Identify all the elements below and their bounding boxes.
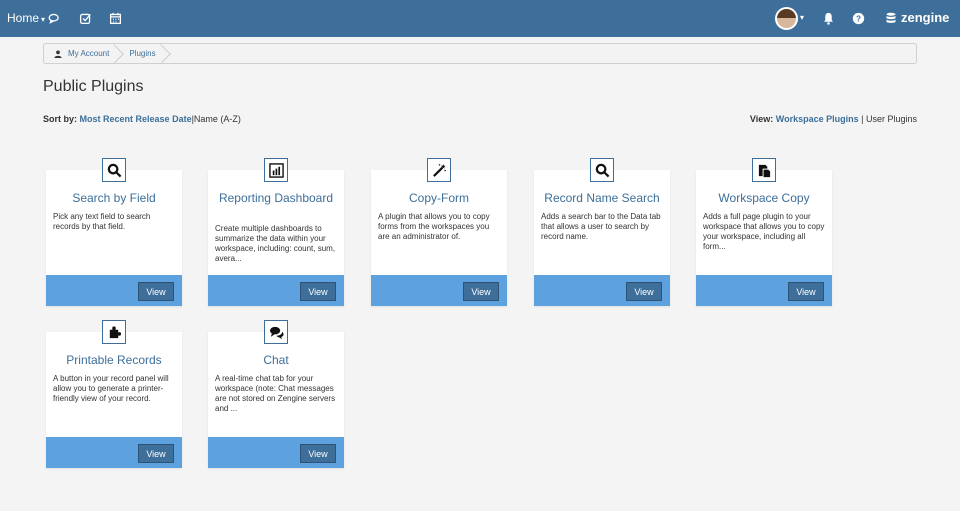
plugin-card: Copy-Form A plugin that allows you to co… xyxy=(371,158,507,306)
search-icon xyxy=(590,158,614,182)
bell-icon[interactable] xyxy=(820,10,836,26)
page-title: Public Plugins xyxy=(43,78,144,95)
view-label: View: xyxy=(749,114,774,124)
plugin-title: Reporting Dashboard xyxy=(218,191,334,205)
view-option-user-plugins[interactable]: User Plugins xyxy=(866,114,917,124)
view-button[interactable]: View xyxy=(300,444,336,463)
plugin-card: Search by Field Pick any text field to s… xyxy=(46,158,182,306)
plugin-card: Printable Records A button in your recor… xyxy=(46,320,182,468)
plugin-title: Search by Field xyxy=(72,191,156,205)
chevron-down-icon: ▾ xyxy=(41,15,46,24)
help-icon[interactable]: ? xyxy=(850,10,866,26)
magic-wand-icon xyxy=(427,158,451,182)
plugin-description: Adds a full page plugin to your workspac… xyxy=(703,212,825,251)
chat-bubbles-icon xyxy=(264,320,288,344)
breadcrumb: My Account Plugins xyxy=(43,43,917,64)
search-icon xyxy=(102,158,126,182)
chart-icon xyxy=(264,158,288,182)
view-button[interactable]: View xyxy=(138,444,174,463)
chevron-down-icon[interactable]: ▾ xyxy=(800,13,804,22)
checkbox-icon[interactable] xyxy=(77,10,93,26)
plugin-title: Workspace Copy xyxy=(718,191,810,205)
svg-text:?: ? xyxy=(856,14,861,23)
breadcrumb-plugins[interactable]: Plugins xyxy=(119,44,165,63)
breadcrumb-label: My Account xyxy=(68,49,110,58)
view-button[interactable]: View xyxy=(626,282,662,301)
db-icon xyxy=(886,12,896,23)
plugin-card-footer: View xyxy=(534,275,670,306)
plugin-card-footer: View xyxy=(46,437,182,468)
plugin-card-footer: View xyxy=(208,437,344,468)
calendar-icon[interactable] xyxy=(107,10,123,26)
home-menu[interactable]: Home ▾ xyxy=(7,11,45,25)
view-button[interactable]: View xyxy=(463,282,499,301)
plugin-card-footer: View xyxy=(208,275,344,306)
plugin-card: Reporting Dashboard Create multiple dash… xyxy=(208,158,344,306)
breadcrumb-my-account[interactable]: My Account xyxy=(44,44,119,63)
plugin-description: Adds a search bar to the Data tab that a… xyxy=(541,212,661,241)
sort-option-name[interactable]: Name (A-Z) xyxy=(194,114,241,124)
view-button[interactable]: View xyxy=(788,282,824,301)
plugin-description: A button in your record panel will allow… xyxy=(53,374,169,403)
plugin-title: Chat xyxy=(263,353,289,367)
view-separator: | xyxy=(858,114,866,124)
plugin-card-footer: View xyxy=(46,275,182,306)
chat-icon[interactable] xyxy=(46,10,62,26)
plugin-card: Chat A real-time chat tab for your works… xyxy=(208,320,344,468)
plugin-card: Record Name Search Adds a search bar to … xyxy=(534,158,670,306)
breadcrumb-label: Plugins xyxy=(129,49,156,58)
view-button[interactable]: View xyxy=(138,282,174,301)
plugin-card-footer: View xyxy=(696,275,832,306)
plugin-description: Create multiple dashboards to summarize … xyxy=(215,224,336,263)
plugin-title: Printable Records xyxy=(66,353,162,367)
home-label: Home xyxy=(7,11,40,25)
view-button[interactable]: View xyxy=(300,282,336,301)
plugin-description: A plugin that allows you to copy forms f… xyxy=(378,212,490,241)
copy-icon xyxy=(752,158,776,182)
sort-bar: Sort by: Most Recent Release Date|Name (… xyxy=(43,114,241,124)
brand-logo[interactable]: zengine xyxy=(885,10,949,25)
top-nav: Home ▾ ▾ ? zengine xyxy=(0,0,960,37)
brand-name: zengine xyxy=(901,10,950,25)
puzzle-icon xyxy=(102,320,126,344)
plugin-description: A real-time chat tab for your workspace … xyxy=(215,374,336,413)
sort-option-release-date[interactable]: Most Recent Release Date xyxy=(80,114,192,124)
plugin-card: Workspace Copy Adds a full page plugin t… xyxy=(696,158,832,306)
avatar[interactable] xyxy=(775,7,798,30)
plugin-card-footer: View xyxy=(371,275,507,306)
view-bar: View: Workspace Plugins | User Plugins xyxy=(750,114,917,124)
user-icon xyxy=(54,50,62,58)
sort-label: Sort by: xyxy=(43,114,78,124)
plugin-title: Copy-Form xyxy=(408,191,469,205)
view-option-workspace-plugins[interactable]: Workspace Plugins xyxy=(776,114,859,124)
plugin-title: Record Name Search xyxy=(544,191,660,205)
plugin-description: Pick any text field to search records by… xyxy=(53,212,151,231)
